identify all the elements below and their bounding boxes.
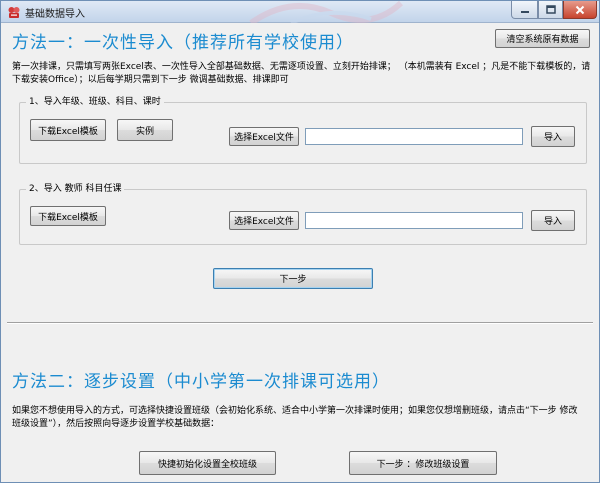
section-divider bbox=[7, 322, 593, 324]
method1-title: 方法一：一次性导入（推荐所有学校使用） bbox=[12, 33, 354, 53]
modify-class-settings-button[interactable]: 下一步 ：修改班级设置 bbox=[349, 451, 497, 475]
title-bar[interactable]: 基础数据导入 bbox=[1, 1, 599, 23]
minimize-icon bbox=[520, 10, 529, 13]
group1-select-excel-button[interactable]: 选择Excel文件 bbox=[229, 127, 299, 146]
maximize-button[interactable] bbox=[538, 1, 563, 19]
example-button[interactable]: 实例 bbox=[117, 119, 173, 141]
quick-setup-classes-button[interactable]: 快捷初始化设置全校班级 bbox=[139, 451, 276, 475]
method1-description-line1: 第一次排课，只需填写两张Excel表、一次性导入全部基础数据、无需逐项设置、立刻… bbox=[12, 62, 591, 72]
group2-select-excel-button[interactable]: 选择Excel文件 bbox=[229, 211, 299, 230]
titlebar-decoration-icon bbox=[249, 1, 404, 23]
window-title: 基础数据导入 bbox=[25, 9, 85, 20]
minimize-button[interactable] bbox=[511, 1, 538, 19]
method2-description-line2: 班级设置”），然后按照向导逐步设置学校基础数据： bbox=[12, 419, 220, 429]
group1-import-button[interactable]: 导入 bbox=[531, 126, 575, 147]
group2-legend: 2、导入 教师 科目任课 bbox=[26, 183, 125, 196]
method2-description-line1: 如果您不想使用导入的方式，可选择快捷设置班级（会初始化系统、适合中小学第一次排课… bbox=[12, 406, 578, 416]
group2-import-button[interactable]: 导入 bbox=[531, 210, 575, 231]
method1-description-line2: 下载安装Office）；以后每学期只需到下一步 微调基础数据、排课即可 bbox=[12, 75, 289, 85]
clear-data-button[interactable]: 清空系统原有数据 bbox=[495, 29, 590, 48]
group2-download-template-button[interactable]: 下载Excel模板 bbox=[30, 206, 106, 226]
group1-legend: 1、导入年级、班级、科目、课时 bbox=[26, 96, 164, 109]
maximize-icon bbox=[545, 4, 556, 14]
group1-file-path-input[interactable] bbox=[305, 128, 523, 145]
method2-title: 方法二：逐步设置（中小学第一次排课可选用） bbox=[12, 372, 390, 392]
app-logo-icon bbox=[8, 7, 20, 18]
close-icon bbox=[575, 5, 585, 14]
group2-file-path-input[interactable] bbox=[305, 212, 523, 229]
close-button[interactable] bbox=[563, 1, 597, 19]
import-dialog-window: 基础数据导入 方法一：一次性导入（推荐所有学校使用） 清空系统原有数据 第一次排… bbox=[0, 0, 600, 483]
next-step-button[interactable]: 下一步 bbox=[213, 268, 373, 289]
group1-download-template-button[interactable]: 下载Excel模板 bbox=[30, 119, 106, 141]
